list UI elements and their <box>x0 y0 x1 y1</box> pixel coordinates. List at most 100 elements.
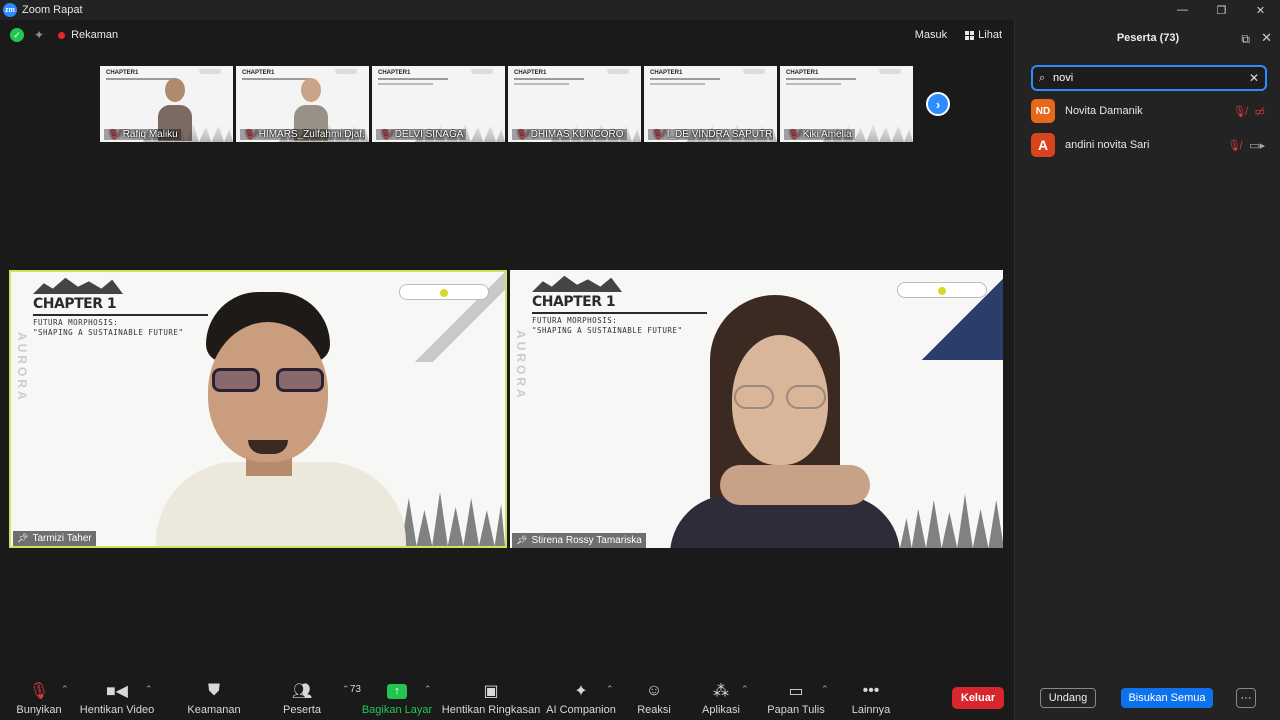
participant-name: DHIMAS KUNCORO <box>530 129 624 140</box>
participant-thumbnail[interactable]: CHAPTER1 🎙︎̸ HIMARS_Zulfahmi Djaf... <box>236 66 369 142</box>
participant-thumbnail[interactable]: CHAPTER1 🎙︎̸ I_DE VINDRA SAPUTR... <box>644 66 777 142</box>
unmute-label: Bunyikan <box>16 704 62 716</box>
slide-logos <box>743 69 765 74</box>
people-icon: 👥︎ 73 <box>291 683 361 700</box>
slide-logos <box>879 69 901 74</box>
more-dots-icon: ••• <box>862 682 880 699</box>
pin-icon: 📌︎ <box>17 533 29 543</box>
window-controls: — ❐ ✕ <box>1163 0 1280 20</box>
slide-mountain-graphic <box>532 275 622 292</box>
slide-logos <box>335 69 357 74</box>
slide-line <box>650 83 705 85</box>
share-screen-icon: ↑ <box>387 680 407 702</box>
video-options-caret-icon[interactable]: ⌃ <box>145 684 153 695</box>
ai-sparkle-icon[interactable]: ✦ <box>34 28 44 42</box>
participant-thumbnail[interactable]: CHAPTER1 🎙︎̸ Kiki Amelia <box>780 66 913 142</box>
recording-label: Rekaman <box>71 29 119 41</box>
slide-line <box>650 78 720 80</box>
encryption-shield-icon[interactable]: ✓ <box>10 28 24 42</box>
meeting-area: ✓ ✦ Rekaman Masuk Lihat CHAPTER1 🎙︎̸ Rafi… <box>0 20 1014 670</box>
participant-thumbnail[interactable]: CHAPTER1 🎙︎̸ DELVI SINAGA <box>372 66 505 142</box>
slide-chapter: CHAPTER 1 <box>532 294 616 310</box>
video-icon: ▭▸ <box>1249 139 1265 152</box>
zoom-logo-icon: zm <box>3 3 17 17</box>
sparkle-icon: ✦ <box>574 683 588 700</box>
mic-off-icon: 🎙︎̸ <box>1227 139 1242 152</box>
participant-row[interactable]: A andini novita Sari 🎙︎̸ ▭▸ <box>1031 132 1265 158</box>
slide-heading: CHAPTER1 <box>378 70 411 76</box>
invite-button[interactable]: Undang <box>1040 688 1096 708</box>
more-button[interactable]: ••• Lainnya <box>826 680 916 716</box>
slide-logos <box>471 69 493 74</box>
video-tile[interactable]: CHAPTER 1 FUTURA MORPHOSIS: "SHAPING A S… <box>510 270 1003 548</box>
mic-off-icon: 🎙︎̸ <box>787 129 800 140</box>
panel-footer: Undang Bisukan Semua ··· <box>1015 686 1280 720</box>
mic-off-icon: 🎙︎̸ <box>515 129 528 140</box>
mute-all-button[interactable]: Bisukan Semua <box>1121 688 1213 708</box>
slide-line <box>514 83 569 85</box>
view-button[interactable]: Lihat <box>959 26 1008 44</box>
apps-options-caret-icon[interactable]: ⌃ <box>741 684 749 695</box>
share-options-caret-icon[interactable]: ⌃ <box>424 684 432 695</box>
participant-thumbnail[interactable]: CHAPTER1 🎙︎̸ Rafiq Maliku <box>100 66 233 142</box>
shield-icon: ⛊ <box>207 682 220 699</box>
slide-line1: FUTURA MORPHOSIS: <box>532 316 618 325</box>
masuk-button[interactable]: Masuk <box>909 26 953 44</box>
slide-mountain-graphic <box>33 277 123 294</box>
slide-line <box>786 78 856 80</box>
audio-options-caret-icon[interactable]: ⌃ <box>61 684 69 695</box>
slide-heading: CHAPTER1 <box>786 70 819 76</box>
slide-side-text: AURORA <box>15 332 29 403</box>
participants-panel: Peserta (73) ⧉ ✕ ⌕ ✕ ND Novita Damanik 🎙… <box>1014 20 1280 720</box>
participant-name: Rafiq Maliku <box>122 129 178 140</box>
thumbnail-strip: CHAPTER1 🎙︎̸ Rafiq Maliku CHAPTER1 🎙︎̸ HIM… <box>100 66 913 142</box>
slide-side-text: AURORA <box>514 330 528 401</box>
slide-heading: CHAPTER1 <box>514 70 547 76</box>
mic-off-icon: 🎙︎̸ <box>1232 105 1247 118</box>
thumbnail-name: 🎙︎̸ I_DE VINDRA SAPUTR... <box>648 129 773 140</box>
stop-summary-button[interactable]: ▣ Hentikan Ringkasan <box>442 680 540 716</box>
popout-icon[interactable]: ⧉ <box>1241 32 1250 47</box>
leave-button[interactable]: Keluar <box>952 687 1004 709</box>
mic-off-icon: 🎙︎̸ <box>379 129 392 140</box>
whiteboard-label: Papan Tulis <box>767 704 825 716</box>
whiteboard-icon: ▭ <box>788 683 804 700</box>
mic-off-icon: 🎙︎̸ <box>651 129 664 140</box>
thumbnail-name: 🎙︎̸ Kiki Amelia <box>784 129 855 140</box>
slide-logos <box>607 69 629 74</box>
restore-button[interactable]: ❐ <box>1202 0 1241 20</box>
close-icon[interactable]: ✕ <box>1261 30 1272 46</box>
more-label: Lainnya <box>851 704 891 716</box>
participant-name: HIMARS_Zulfahmi Djaf... <box>258 129 365 140</box>
slide-line2: "SHAPING A SUSTAINABLE FUTURE" <box>33 328 184 337</box>
title-bar: zm Zoom Rapat — ❐ ✕ <box>0 0 1280 20</box>
participants-button[interactable]: 👥︎ 73 Peserta <box>257 680 361 716</box>
recording-indicator[interactable]: Rekaman <box>58 29 118 41</box>
more-options-button[interactable]: ··· <box>1236 688 1256 708</box>
grid-view-icon <box>965 30 975 40</box>
meeting-status: ✓ ✦ Rekaman <box>10 28 118 42</box>
next-page-button[interactable]: › <box>926 92 950 116</box>
thumbnail-name: 🎙︎̸ DELVI SINAGA <box>376 129 467 140</box>
minimize-button[interactable]: — <box>1163 0 1202 20</box>
close-window-button[interactable]: ✕ <box>1241 0 1280 20</box>
participant-row[interactable]: ND Novita Damanik 🎙︎̸ ▭̸ <box>1031 98 1265 124</box>
clear-search-icon[interactable]: ✕ <box>1249 71 1259 85</box>
participant-search: ⌕ ✕ <box>1031 65 1267 91</box>
search-input[interactable] <box>1053 72 1249 84</box>
ai-companion-label: AI Companion <box>546 704 616 716</box>
thumbnail-name: 🎙︎̸ Rafiq Maliku <box>104 129 181 140</box>
participant-thumbnail[interactable]: CHAPTER1 🎙︎̸ DHIMAS KUNCORO <box>508 66 641 142</box>
video-tile-active-speaker[interactable]: CHAPTER 1 FUTURA MORPHOSIS: "SHAPING A S… <box>9 270 507 548</box>
security-button[interactable]: ⛊ Keamanan <box>169 680 259 716</box>
participants-options-caret-icon[interactable]: ⌃ <box>342 684 350 695</box>
participant-name: Novita Damanik <box>1065 105 1143 117</box>
apps-icon: ⁂ <box>713 683 729 700</box>
view-label: Lihat <box>978 29 1002 41</box>
mic-off-icon: 🎙︎ <box>28 683 50 700</box>
share-screen-label: Bagikan Layar <box>361 704 433 716</box>
video-camera-icon: ■◀︎ <box>106 683 128 700</box>
pin-icon: 📌︎ <box>516 535 528 545</box>
slide-chapter: CHAPTER 1 <box>33 296 117 312</box>
mic-off-icon: 🎙︎̸ <box>107 129 120 140</box>
